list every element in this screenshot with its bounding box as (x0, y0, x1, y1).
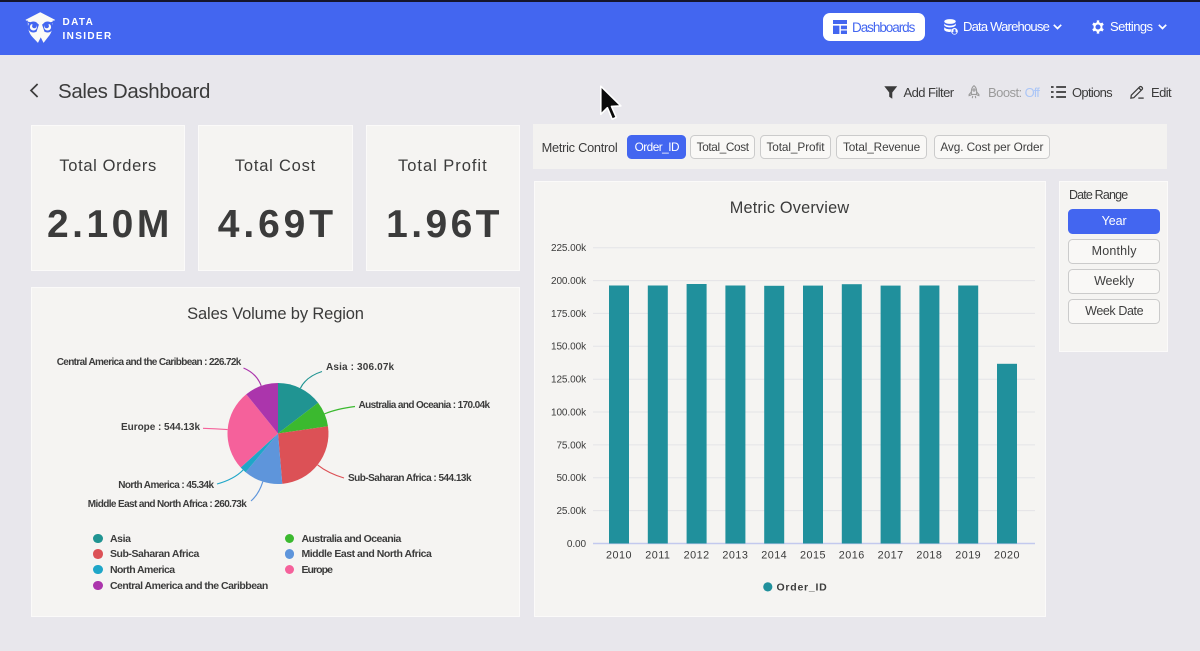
svg-text:75.00k: 75.00k (556, 440, 587, 451)
svg-text:2014: 2014 (761, 550, 787, 562)
svg-text:0.00: 0.00 (567, 539, 587, 550)
svg-text:2015: 2015 (800, 550, 826, 562)
svg-text:2017: 2017 (878, 550, 904, 562)
svg-text:100.00k: 100.00k (551, 407, 587, 418)
svg-text:2010: 2010 (606, 550, 632, 562)
svg-text:225.00k: 225.00k (551, 243, 587, 254)
svg-text:200.00k: 200.00k (551, 276, 587, 287)
svg-text:2011: 2011 (645, 550, 670, 562)
svg-text:Order_ID: Order_ID (777, 582, 828, 594)
svg-text:2012: 2012 (684, 550, 710, 562)
svg-text:150.00k: 150.00k (551, 342, 587, 353)
svg-text:175.00k: 175.00k (551, 309, 587, 320)
svg-text:2016: 2016 (839, 550, 865, 562)
svg-text:2013: 2013 (722, 550, 748, 562)
svg-text:2020: 2020 (994, 550, 1020, 562)
svg-text:25.00k: 25.00k (556, 506, 587, 517)
svg-text:50.00k: 50.00k (556, 473, 587, 484)
svg-text:2018: 2018 (916, 550, 942, 562)
svg-text:125.00k: 125.00k (551, 375, 587, 386)
svg-text:2019: 2019 (955, 550, 981, 562)
